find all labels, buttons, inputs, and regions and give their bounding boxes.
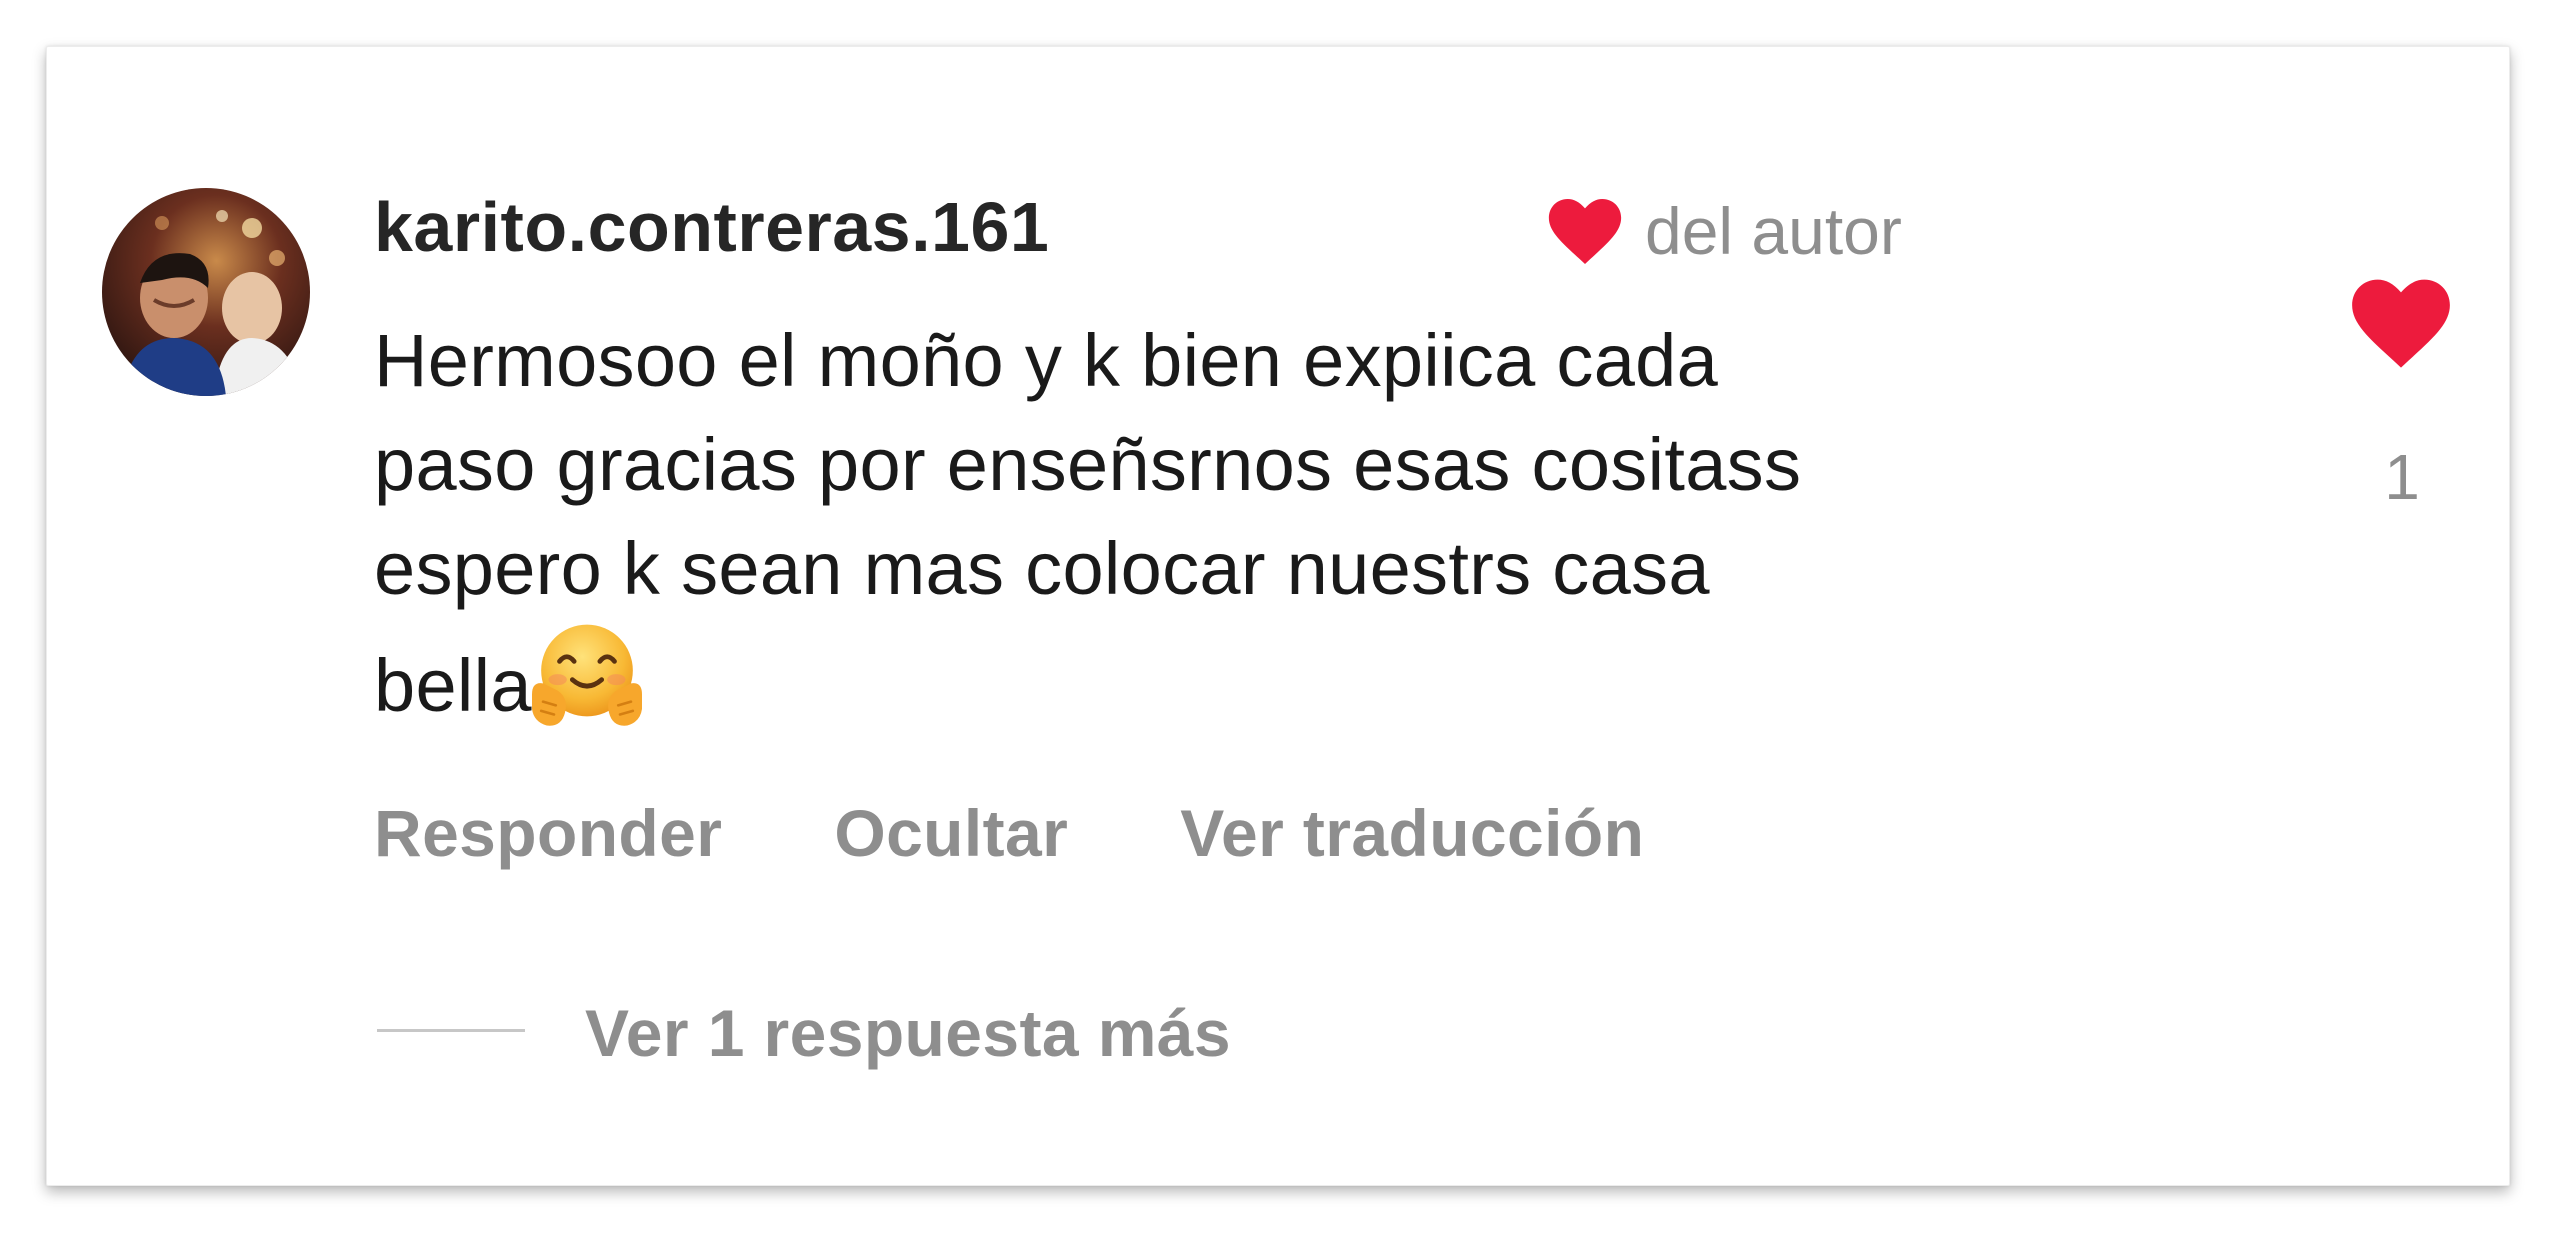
view-more-replies-button[interactable]: Ver 1 respuesta más <box>585 1000 1231 1066</box>
like-count: 1 <box>2384 441 2420 513</box>
avatar-photo <box>102 188 310 396</box>
comment-text-line: paso gracias por enseñsrnos esas cositas… <box>374 423 1802 506</box>
like-heart-icon[interactable] <box>2350 277 2452 369</box>
comment-card: karito.contreras.161 del autor Hermosoo … <box>46 46 2510 1186</box>
comment-text-line: espero k sean mas colocar nuestrs casa <box>374 527 1710 610</box>
reply-button[interactable]: Responder <box>374 800 722 866</box>
comment-text-segment: bella <box>374 644 532 727</box>
heart-icon <box>1548 198 1622 264</box>
comment-text-line-last: bella <box>374 621 2274 738</box>
see-translation-button[interactable]: Ver traducción <box>1180 800 1644 866</box>
author-like-label: del autor <box>1645 194 1902 268</box>
author-like-indicator: del autor <box>1547 195 1902 267</box>
comment-text-line: Hermosoo el moño y k bien expiica cada <box>374 319 1719 402</box>
comment-actions: Responder Ocultar Ver traducción <box>374 800 1756 866</box>
smiling-face-with-open-hands-emoji-icon <box>531 624 642 726</box>
replies-divider-line <box>377 1029 525 1032</box>
avatar[interactable] <box>102 188 310 396</box>
comment-username[interactable]: karito.contreras.161 <box>374 192 1049 262</box>
hide-button[interactable]: Ocultar <box>834 800 1068 866</box>
comment-text: Hermosoo el moño y k bien expiica cada p… <box>374 309 2274 738</box>
